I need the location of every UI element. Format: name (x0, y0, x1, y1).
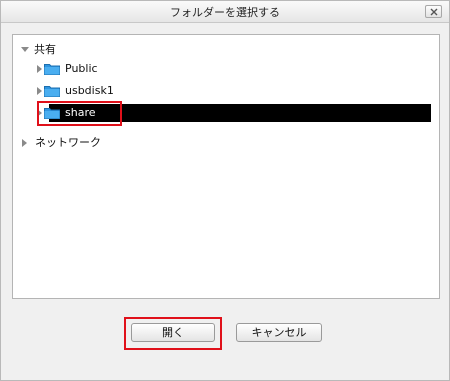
close-button[interactable] (425, 5, 442, 18)
cancel-button[interactable]: キャンセル (236, 323, 322, 342)
open-button[interactable]: 開く (131, 323, 215, 342)
folder-tree[interactable]: 共有 Public usbdisk1 share ネットワーク (12, 34, 440, 299)
collapse-arrow-icon[interactable] (37, 87, 42, 95)
tree-node-label: usbdisk1 (65, 84, 114, 97)
tree-node-label: Public (65, 62, 98, 75)
dialog-title: フォルダーを選択する (170, 6, 280, 19)
tree-node-label: share (65, 106, 96, 119)
collapse-arrow-icon[interactable] (22, 139, 27, 147)
title-bar: フォルダーを選択する (1, 1, 449, 23)
folder-icon (44, 108, 60, 119)
folder-icon (44, 64, 60, 75)
expand-arrow-icon[interactable] (21, 47, 29, 52)
folder-select-dialog: フォルダーを選択する 共有 Public usbdisk1 share ネットワ… (0, 0, 450, 381)
collapse-arrow-icon[interactable] (37, 65, 42, 73)
folder-icon (44, 86, 60, 97)
collapse-arrow-icon[interactable] (37, 109, 42, 117)
selection-highlight (49, 104, 431, 122)
tree-node-label: 共有 (34, 43, 56, 56)
tree-node-label: ネットワーク (35, 136, 101, 149)
close-icon (430, 8, 438, 16)
